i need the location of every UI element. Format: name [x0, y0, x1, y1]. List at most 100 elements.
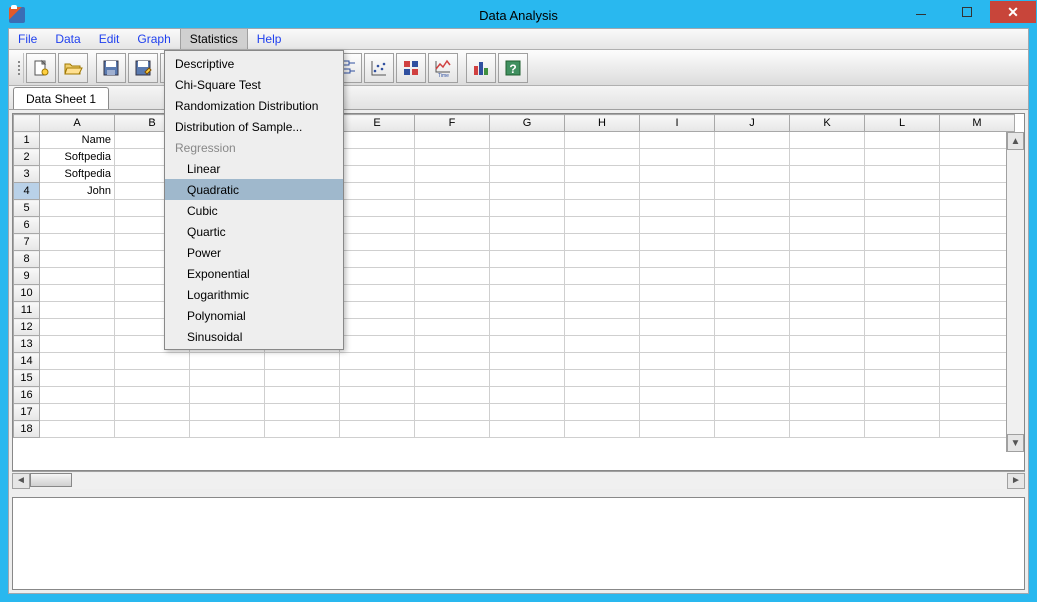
- cell-J6[interactable]: [715, 217, 790, 234]
- cell-A1[interactable]: Name: [40, 132, 115, 149]
- menu-item-cubic[interactable]: Cubic: [165, 200, 343, 221]
- cell-E11[interactable]: [340, 302, 415, 319]
- cell-J14[interactable]: [715, 353, 790, 370]
- cell-I18[interactable]: [640, 421, 715, 438]
- output-panel[interactable]: [12, 497, 1025, 590]
- column-header-H[interactable]: H: [565, 115, 640, 132]
- cell-E17[interactable]: [340, 404, 415, 421]
- cell-G4[interactable]: [490, 183, 565, 200]
- cell-H7[interactable]: [565, 234, 640, 251]
- cell-F1[interactable]: [415, 132, 490, 149]
- hscroll-thumb[interactable]: [30, 473, 72, 487]
- cell-K13[interactable]: [790, 336, 865, 353]
- row-header-2[interactable]: 2: [14, 149, 40, 166]
- menu-item-exponential[interactable]: Exponential: [165, 263, 343, 284]
- cell-A14[interactable]: [40, 353, 115, 370]
- cell-K15[interactable]: [790, 370, 865, 387]
- cell-L2[interactable]: [865, 149, 940, 166]
- cell-F18[interactable]: [415, 421, 490, 438]
- cell-H6[interactable]: [565, 217, 640, 234]
- cell-J9[interactable]: [715, 268, 790, 285]
- cell-I12[interactable]: [640, 319, 715, 336]
- save-button[interactable]: [96, 53, 126, 83]
- cell-M10[interactable]: [940, 285, 1015, 302]
- cell-G16[interactable]: [490, 387, 565, 404]
- cell-A10[interactable]: [40, 285, 115, 302]
- cell-I11[interactable]: [640, 302, 715, 319]
- row-header-5[interactable]: 5: [14, 200, 40, 217]
- cell-C18[interactable]: [190, 421, 265, 438]
- cell-E7[interactable]: [340, 234, 415, 251]
- cell-M1[interactable]: [940, 132, 1015, 149]
- cell-J17[interactable]: [715, 404, 790, 421]
- cell-E18[interactable]: [340, 421, 415, 438]
- column-header-G[interactable]: G: [490, 115, 565, 132]
- cell-K17[interactable]: [790, 404, 865, 421]
- cell-K16[interactable]: [790, 387, 865, 404]
- cell-K18[interactable]: [790, 421, 865, 438]
- row-header-10[interactable]: 10: [14, 285, 40, 302]
- column-header-L[interactable]: L: [865, 115, 940, 132]
- cell-D18[interactable]: [265, 421, 340, 438]
- cell-B15[interactable]: [115, 370, 190, 387]
- cell-F14[interactable]: [415, 353, 490, 370]
- menu-item-quartic[interactable]: Quartic: [165, 221, 343, 242]
- menu-item-logarithmic[interactable]: Logarithmic: [165, 284, 343, 305]
- cell-J10[interactable]: [715, 285, 790, 302]
- cell-J15[interactable]: [715, 370, 790, 387]
- row-header-8[interactable]: 8: [14, 251, 40, 268]
- cell-E9[interactable]: [340, 268, 415, 285]
- cell-K3[interactable]: [790, 166, 865, 183]
- cell-H17[interactable]: [565, 404, 640, 421]
- row-header-12[interactable]: 12: [14, 319, 40, 336]
- cell-E14[interactable]: [340, 353, 415, 370]
- cell-F11[interactable]: [415, 302, 490, 319]
- cell-H13[interactable]: [565, 336, 640, 353]
- cell-I4[interactable]: [640, 183, 715, 200]
- cell-A8[interactable]: [40, 251, 115, 268]
- menu-item-power[interactable]: Power: [165, 242, 343, 263]
- cell-J13[interactable]: [715, 336, 790, 353]
- cell-M4[interactable]: [940, 183, 1015, 200]
- column-header-I[interactable]: I: [640, 115, 715, 132]
- cell-F17[interactable]: [415, 404, 490, 421]
- maximize-button[interactable]: [944, 1, 990, 23]
- cell-K1[interactable]: [790, 132, 865, 149]
- toolbar-handle[interactable]: [14, 53, 24, 83]
- cell-G3[interactable]: [490, 166, 565, 183]
- cell-M3[interactable]: [940, 166, 1015, 183]
- open-button[interactable]: [58, 53, 88, 83]
- cell-A11[interactable]: [40, 302, 115, 319]
- cell-G5[interactable]: [490, 200, 565, 217]
- row-header-18[interactable]: 18: [14, 421, 40, 438]
- cell-G12[interactable]: [490, 319, 565, 336]
- vertical-scrollbar[interactable]: ▲ ▼: [1006, 132, 1024, 452]
- cell-L7[interactable]: [865, 234, 940, 251]
- cell-H16[interactable]: [565, 387, 640, 404]
- cell-H18[interactable]: [565, 421, 640, 438]
- cell-I15[interactable]: [640, 370, 715, 387]
- cell-L11[interactable]: [865, 302, 940, 319]
- cell-F9[interactable]: [415, 268, 490, 285]
- column-header-K[interactable]: K: [790, 115, 865, 132]
- row-header-4[interactable]: 4: [14, 183, 40, 200]
- cell-G14[interactable]: [490, 353, 565, 370]
- cell-L6[interactable]: [865, 217, 940, 234]
- cell-J7[interactable]: [715, 234, 790, 251]
- row-header-11[interactable]: 11: [14, 302, 40, 319]
- cell-H8[interactable]: [565, 251, 640, 268]
- cell-G6[interactable]: [490, 217, 565, 234]
- cell-K12[interactable]: [790, 319, 865, 336]
- cell-G17[interactable]: [490, 404, 565, 421]
- cell-I17[interactable]: [640, 404, 715, 421]
- menu-statistics[interactable]: Statistics: [180, 29, 248, 49]
- row-header-3[interactable]: 3: [14, 166, 40, 183]
- cell-L4[interactable]: [865, 183, 940, 200]
- cell-J3[interactable]: [715, 166, 790, 183]
- scroll-left-arrow[interactable]: ◄: [12, 473, 30, 489]
- cell-L18[interactable]: [865, 421, 940, 438]
- cell-A2[interactable]: Softpedia: [40, 149, 115, 166]
- cell-E6[interactable]: [340, 217, 415, 234]
- menu-item-chi-square[interactable]: Chi-Square Test: [165, 74, 343, 95]
- cell-A9[interactable]: [40, 268, 115, 285]
